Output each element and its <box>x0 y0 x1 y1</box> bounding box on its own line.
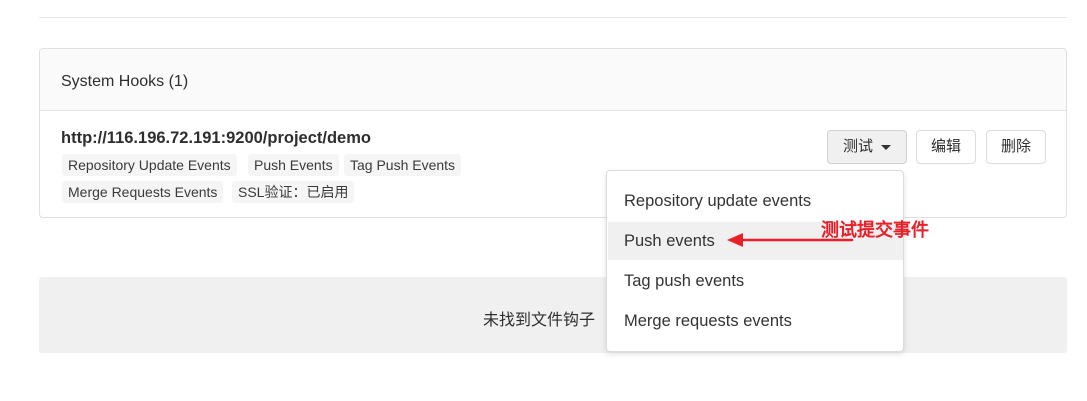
annotation-arrow <box>727 233 854 247</box>
annotation-label: 测试提交事件 <box>821 220 929 240</box>
